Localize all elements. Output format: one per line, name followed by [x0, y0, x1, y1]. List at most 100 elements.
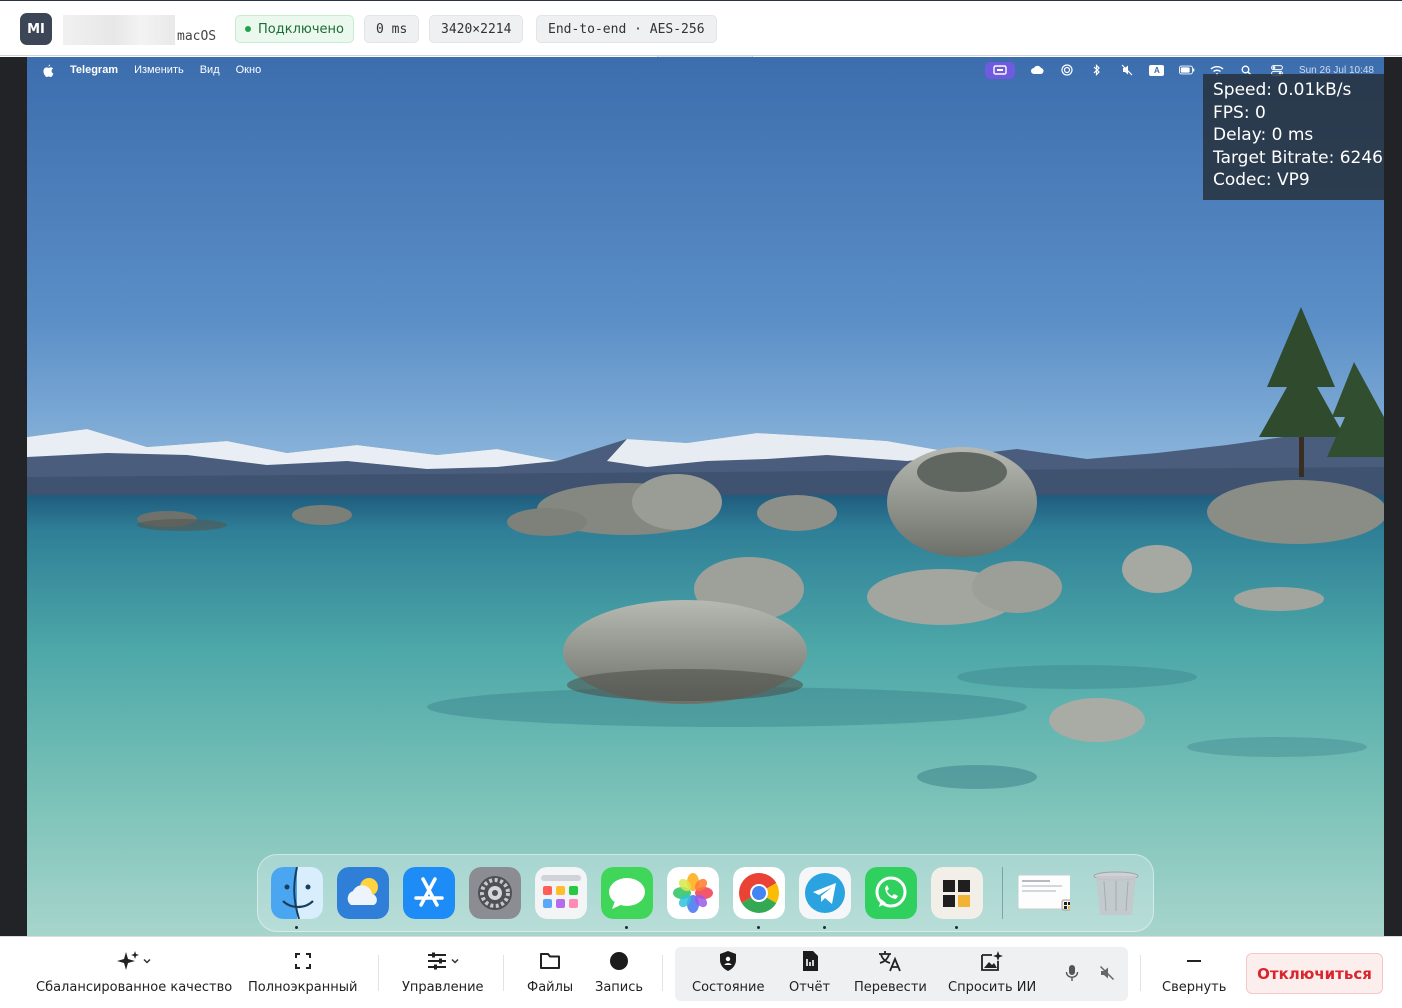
chrome-icon: [733, 867, 785, 919]
finder-icon: [271, 867, 323, 919]
speaker-mute-button[interactable]: [1097, 963, 1117, 983]
toolbar-divider: [1140, 955, 1141, 991]
shield-icon: [720, 951, 737, 971]
ask-ai-button[interactable]: Спросить ИИ: [948, 947, 1036, 1001]
menu-window[interactable]: Окно: [236, 64, 262, 76]
device-os-label: macOS: [177, 29, 217, 44]
disconnect-button[interactable]: Отключиться: [1246, 953, 1383, 994]
messages-icon: [601, 867, 653, 919]
dock-minimized-window[interactable]: [1018, 867, 1070, 919]
session-header: MI macOS Подключено 0 ms 3420×2214 End-t…: [0, 0, 1402, 56]
device-name-redacted: [63, 15, 175, 45]
dock-remote-desktop[interactable]: [931, 867, 983, 919]
dock-launchpad[interactable]: [535, 867, 587, 919]
quality-button[interactable]: Сбалансированное качество: [36, 947, 232, 1001]
latency-badge: 0 ms: [364, 15, 420, 43]
remote-desktop[interactable]: Telegram Изменить Вид Окно A Sun 26 Jul …: [27, 57, 1384, 936]
resolution-badge: 3420×2214: [429, 15, 524, 43]
running-indicator: [757, 926, 760, 929]
encryption-badge: End-to-end · AES-256: [536, 15, 717, 43]
stat-delay: Delay: 0 ms: [1213, 125, 1314, 146]
session-toolbar: Сбалансированное качество Полноэкранный …: [0, 936, 1402, 1008]
report-icon: [802, 951, 818, 971]
speaker-muted-icon: [1099, 965, 1115, 981]
report-button[interactable]: Отчёт: [789, 947, 830, 1001]
remote-viewport: Telegram Изменить Вид Окно A Sun 26 Jul …: [0, 57, 1402, 936]
sparkles-icon: [117, 951, 140, 970]
dock-finder[interactable]: [271, 867, 323, 919]
whatsapp-icon: [865, 867, 917, 919]
remote-desktop-icon: [931, 867, 983, 919]
running-indicator: [823, 926, 826, 929]
device-avatar: MI: [20, 13, 52, 45]
record-icon: [610, 952, 629, 970]
running-indicator: [955, 926, 958, 929]
input-source-icon[interactable]: A: [1149, 64, 1165, 76]
folder-icon: [540, 953, 561, 969]
dock-system-settings[interactable]: [469, 867, 521, 919]
launchpad-icon: [535, 867, 587, 919]
ai-image-icon: [981, 951, 1004, 971]
dock-weather[interactable]: [337, 867, 389, 919]
status-dot-icon: [245, 26, 251, 32]
connection-status-text: Подключено: [258, 21, 344, 37]
sliders-icon: [427, 952, 446, 970]
microphone-button[interactable]: [1062, 963, 1082, 983]
record-button[interactable]: Запись: [595, 947, 643, 1001]
dock-photos[interactable]: [667, 867, 719, 919]
files-button[interactable]: Файлы: [527, 947, 573, 1001]
toolbar-divider: [378, 955, 379, 991]
dock-telegram[interactable]: [799, 867, 851, 919]
minimize-label: Свернуть: [1162, 980, 1227, 995]
menu-view[interactable]: Вид: [200, 64, 220, 76]
files-label: Файлы: [527, 980, 574, 995]
fullscreen-label: Полноэкранный: [248, 980, 358, 995]
airdrop-icon[interactable]: [1059, 64, 1075, 76]
chevron-down-icon: [451, 958, 459, 964]
toolbar-divider: [662, 955, 663, 991]
dock-chrome[interactable]: [733, 867, 785, 919]
control-button[interactable]: Управление: [402, 947, 484, 1001]
menu-edit[interactable]: Изменить: [134, 64, 184, 76]
dock-app-store[interactable]: [403, 867, 455, 919]
screen-share-icon[interactable]: [984, 61, 1015, 79]
macos-dock: [257, 854, 1154, 932]
battery-icon[interactable]: [1179, 64, 1195, 76]
minimize-icon: [1187, 960, 1202, 962]
translate-icon: [879, 951, 902, 972]
stat-bitrate: Target Bitrate: 6246kb: [1213, 147, 1384, 168]
translate-button[interactable]: Перевести: [854, 947, 927, 1001]
creative-cloud-icon[interactable]: [1029, 64, 1045, 76]
desktop-wallpaper: [27, 307, 1384, 936]
toolbar-divider: [503, 955, 504, 991]
dock-whatsapp[interactable]: [865, 867, 917, 919]
chevron-down-icon: [143, 958, 151, 964]
mute-icon[interactable]: [1119, 64, 1135, 76]
bluetooth-icon[interactable]: [1089, 64, 1105, 76]
minimized-window-icon: [1018, 874, 1070, 911]
telegram-icon: [799, 867, 851, 919]
photos-icon: [667, 867, 719, 919]
dock-messages[interactable]: [601, 867, 653, 919]
apple-menu-icon[interactable]: [42, 63, 54, 77]
dock-separator: [1002, 867, 1003, 919]
macos-menubar: Telegram Изменить Вид Окно A Sun 26 Jul …: [27, 57, 1384, 83]
state-label: Состояние: [692, 980, 765, 995]
minimize-button[interactable]: Свернуть: [1162, 947, 1226, 1001]
stream-stats-overlay: Speed: 0.01kB/s FPS: 0 Delay: 0 ms Targe…: [1203, 74, 1384, 200]
control-label: Управление: [402, 980, 484, 995]
running-indicator: [295, 926, 298, 929]
fullscreen-button[interactable]: Полноэкранный: [248, 947, 357, 1001]
stat-speed: Speed: 0.01kB/s: [1213, 80, 1352, 100]
report-label: Отчёт: [789, 980, 831, 995]
dock-trash[interactable]: [1090, 867, 1142, 919]
menu-app-name[interactable]: Telegram: [70, 64, 118, 76]
microphone-icon: [1065, 965, 1079, 981]
state-button[interactable]: Состояние: [692, 947, 764, 1001]
translate-label: Перевести: [854, 980, 927, 995]
record-label: Запись: [595, 980, 644, 995]
stat-fps: FPS: 0: [1213, 102, 1266, 123]
running-indicator: [625, 926, 628, 929]
system-settings-icon: [469, 867, 521, 919]
weather-icon: [337, 867, 389, 919]
